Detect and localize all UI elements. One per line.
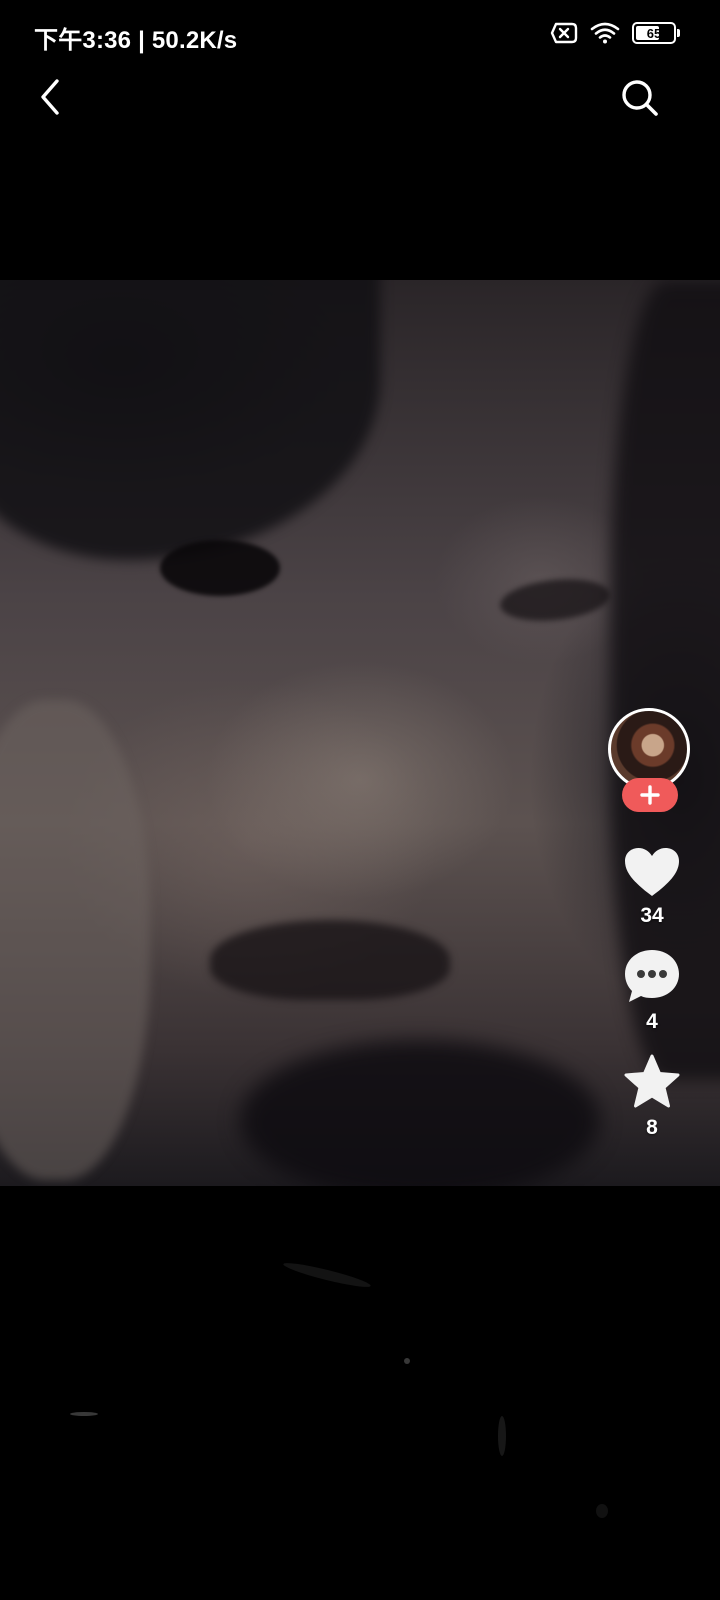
comment-count: 4 [646,1010,658,1033]
favorite-count: 8 [646,1116,658,1139]
plus-icon [640,785,660,805]
like-count: 34 [640,904,664,927]
photo-eye-right [498,574,612,626]
action-column: 34 4 8 [608,708,696,1140]
speck [282,1259,372,1291]
status-icons: 65 [550,22,680,44]
speck [404,1358,410,1364]
follow-button[interactable] [622,778,678,812]
chevron-left-icon [41,79,59,115]
speck [70,1412,98,1416]
status-bar: 下午3:36 | 50.2K/s 65 [0,0,720,70]
comment-icon [625,950,679,1002]
status-time-speed: 下午3:36 | 50.2K/s [34,27,238,54]
author-avatar-group [608,708,696,818]
heart-icon [625,848,679,896]
like-button[interactable]: 34 [608,846,696,928]
photo-mouth [210,920,450,1000]
comment-button[interactable]: 4 [608,948,696,1034]
wifi-icon [590,22,620,44]
photo-chin-shadow [240,1040,600,1186]
back-button[interactable] [28,72,72,122]
battery-icon: 65 [632,22,680,44]
photo-eye-left [160,540,280,596]
lower-dark-area [0,1186,720,1600]
battery-level: 65 [646,25,662,41]
star-icon [624,1054,680,1108]
speck [498,1416,506,1456]
search-button[interactable] [618,76,662,120]
search-icon [622,80,658,116]
favorite-button[interactable]: 8 [608,1054,696,1140]
photo-hand [0,700,150,1180]
sim-off-icon [550,22,578,44]
speck [596,1504,608,1518]
photo-hair-shadow [0,280,380,560]
